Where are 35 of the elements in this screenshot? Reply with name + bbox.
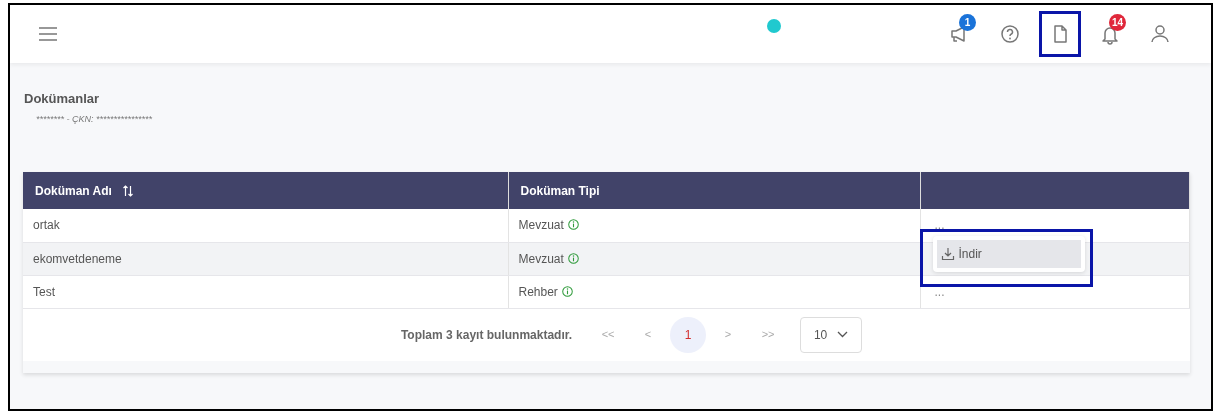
table-cell: Mevzuat — [518, 218, 564, 233]
table-cell: Test — [33, 284, 55, 299]
page-button[interactable]: 1 — [670, 316, 707, 353]
page-size-select[interactable]: 10 — [800, 316, 863, 353]
megaphone-button[interactable]: 1 — [939, 11, 981, 57]
previous-page-button[interactable]: < — [628, 316, 669, 353]
help-icon — [999, 23, 1021, 45]
notification-badge: 14 — [1108, 14, 1126, 31]
chevron-down-icon — [837, 331, 849, 338]
status-dot — [767, 19, 781, 33]
bell-button[interactable]: 14 — [1089, 11, 1131, 57]
notification-badge: 1 — [959, 14, 976, 31]
sort-icon[interactable] — [121, 183, 134, 198]
table-cell: ekomvetdeneme — [33, 251, 122, 266]
download-icon — [940, 246, 955, 261]
table-cell: ortak — [33, 218, 60, 233]
first-page-button[interactable]: << — [588, 316, 629, 353]
info-icon[interactable] — [567, 218, 579, 233]
info-icon[interactable] — [561, 284, 573, 299]
document-button[interactable] — [1039, 11, 1081, 57]
info-icon[interactable] — [567, 251, 579, 266]
page-title: Dokümanlar — [24, 90, 101, 108]
table-cell: Mevzuat — [518, 251, 564, 266]
column-header[interactable]: Doküman Adı — [35, 183, 112, 198]
record-count: Toplam 3 kayıt bulunmaktadır. — [400, 326, 573, 344]
last-page-button[interactable]: >> — [748, 316, 789, 353]
user-icon — [1149, 23, 1171, 45]
column-header[interactable]: Doküman Tipi — [520, 183, 600, 198]
table-cell: Rehber — [518, 284, 558, 299]
more-button[interactable]: ... — [934, 284, 945, 299]
menu-icon[interactable] — [38, 27, 58, 41]
next-page-button[interactable]: > — [708, 316, 749, 353]
page-subtitle: ******** - ÇKN: **************** — [36, 112, 154, 126]
more-button[interactable]: ... — [934, 218, 945, 233]
menu-item[interactable]: İndir — [936, 239, 1081, 268]
